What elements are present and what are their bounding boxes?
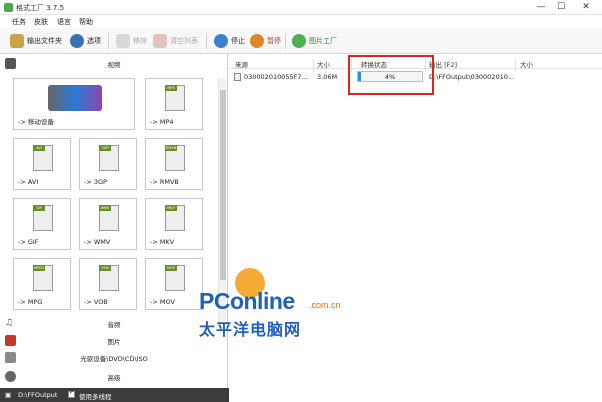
category-picture[interactable]: 图片 bbox=[0, 333, 228, 348]
tile-label: -> AVI bbox=[18, 178, 39, 186]
tile-mov[interactable]: MOV -> MOV bbox=[145, 258, 203, 310]
multithread-label: 使用多线程 bbox=[79, 393, 112, 401]
mp4-file-icon: MP4 bbox=[165, 85, 185, 111]
menu-skin[interactable]: 皮肤 bbox=[34, 17, 48, 27]
category-advanced-label: 高级 bbox=[107, 374, 121, 382]
stop-button[interactable]: 停止 bbox=[214, 31, 245, 51]
tile-gif[interactable]: GIF -> GIF bbox=[13, 198, 71, 250]
rmvb-file-icon: RMVB bbox=[165, 145, 185, 171]
folder-icon bbox=[10, 34, 24, 48]
picture-factory-label: 图片工厂 bbox=[309, 37, 337, 45]
remove-label: 移除 bbox=[133, 37, 147, 45]
3gp-file-icon: 3GP bbox=[99, 145, 119, 171]
tile-3gp[interactable]: 3GP -> 3GP bbox=[79, 138, 137, 190]
category-video[interactable]: 视频 bbox=[0, 56, 228, 71]
gif-file-icon: GIF bbox=[33, 205, 53, 231]
category-audio-label: 音频 bbox=[107, 321, 121, 329]
folder-icon: ▣ bbox=[5, 391, 12, 399]
toolbar-separator bbox=[206, 33, 207, 49]
window-title: 格式工厂 3.7.5 bbox=[16, 4, 65, 12]
picture-factory-icon bbox=[292, 34, 306, 48]
tile-mpg[interactable]: MPEG -> MPG bbox=[13, 258, 71, 310]
row-source: 030002010055F7... bbox=[244, 73, 308, 81]
mkv-file-icon: MKV bbox=[165, 205, 185, 231]
category-audio[interactable]: ♫ 音频 bbox=[0, 316, 228, 331]
options-label: 选项 bbox=[87, 37, 101, 45]
tile-mp4[interactable]: MP4 -> MP4 bbox=[145, 78, 203, 130]
tile-wmv[interactable]: WMV -> WMV bbox=[79, 198, 137, 250]
close-button[interactable]: ✕ bbox=[578, 1, 594, 13]
task-list-panel: 来源 大小 转换状态 输出 [F2] 大小 030002010055F7... … bbox=[229, 54, 602, 402]
menu-task[interactable]: 任务 bbox=[12, 17, 26, 27]
clear-list-icon bbox=[153, 34, 167, 48]
pause-label: 暂停 bbox=[267, 37, 281, 45]
scrollbar-thumb[interactable] bbox=[220, 90, 226, 280]
tile-label: -> 3GP bbox=[84, 178, 107, 186]
tile-avi[interactable]: AVI -> AVI bbox=[13, 138, 71, 190]
toolbar-separator bbox=[108, 33, 109, 49]
output-folder-button[interactable]: 输出文件夹 bbox=[10, 31, 62, 51]
left-panel: 视频 -> 移动设备 MP4 -> MP4 AVI -> AVI 3GP -> … bbox=[0, 54, 228, 390]
options-icon bbox=[70, 34, 84, 48]
mobile-device-icon bbox=[48, 85, 102, 111]
tile-rmvb[interactable]: RMVB -> RMVB bbox=[145, 138, 203, 190]
watermark-domain: .com.cn bbox=[309, 300, 341, 310]
mpg-file-icon: MPEG bbox=[33, 265, 53, 291]
category-picture-label: 图片 bbox=[107, 338, 121, 346]
tile-label: -> 移动设备 bbox=[18, 118, 54, 126]
title-bar: 格式工厂 3.7.5 — ☐ ✕ bbox=[0, 0, 602, 15]
tile-mobile-device[interactable]: -> 移动设备 bbox=[13, 78, 135, 130]
avi-file-icon: AVI bbox=[33, 145, 53, 171]
tile-label: -> GIF bbox=[18, 238, 39, 246]
remove-button[interactable]: 移除 bbox=[116, 31, 147, 51]
pconline-watermark: PConline .com.cn 太平洋电脑网 bbox=[199, 268, 369, 342]
tile-mkv[interactable]: MKV -> MKV bbox=[145, 198, 203, 250]
toolbar-separator bbox=[285, 33, 286, 49]
toolbar: 输出文件夹 选项 移除 清空列表 停止 暂停 图片工厂 bbox=[0, 28, 602, 54]
options-button[interactable]: 选项 bbox=[70, 31, 101, 51]
tile-label: -> MPG bbox=[18, 298, 43, 306]
clear-list-button[interactable]: 清空列表 bbox=[153, 31, 198, 51]
header-source[interactable]: 来源 bbox=[235, 59, 248, 69]
category-rom-device[interactable]: 光驱设备\DVD\CD\ISO bbox=[0, 350, 228, 365]
menu-bar: 任务 皮肤 语言 帮助 bbox=[0, 15, 602, 28]
menu-help[interactable]: 帮助 bbox=[79, 17, 93, 27]
pause-button[interactable]: 暂停 bbox=[250, 31, 281, 51]
tile-label: -> RMVB bbox=[150, 178, 179, 186]
maximize-button[interactable]: ☐ bbox=[553, 1, 569, 13]
tile-vob[interactable]: VOB -> VOB bbox=[79, 258, 137, 310]
highlight-box bbox=[348, 55, 434, 95]
watermark-chinese-name: 太平洋电脑网 bbox=[199, 320, 302, 339]
tile-label: -> MKV bbox=[150, 238, 175, 246]
vob-file-icon: VOB bbox=[99, 265, 119, 291]
app-icon bbox=[4, 3, 13, 12]
video-format-grid: -> 移动设备 MP4 -> MP4 AVI -> AVI 3GP -> 3GP… bbox=[13, 78, 219, 322]
tile-label: -> VOB bbox=[84, 298, 108, 306]
stop-label: 停止 bbox=[231, 37, 245, 45]
picture-factory-button[interactable]: 图片工厂 bbox=[292, 31, 337, 51]
pause-icon bbox=[250, 34, 264, 48]
wmv-file-icon: WMV bbox=[99, 205, 119, 231]
tile-label: -> MOV bbox=[150, 298, 175, 306]
mov-file-icon: MOV bbox=[165, 265, 185, 291]
multithread-checkbox[interactable] bbox=[68, 389, 75, 398]
header-output-size[interactable]: 大小 bbox=[520, 59, 533, 69]
remove-icon bbox=[116, 34, 130, 48]
tile-label: -> MP4 bbox=[150, 118, 174, 126]
tile-label: -> WMV bbox=[84, 238, 111, 246]
category-advanced[interactable]: 高级 bbox=[0, 369, 228, 384]
row-size: 3.06M bbox=[317, 73, 338, 81]
header-size[interactable]: 大小 bbox=[317, 59, 330, 69]
output-folder-label: 输出文件夹 bbox=[27, 37, 62, 45]
watermark-brand: PConline bbox=[199, 288, 295, 314]
output-path[interactable]: D:\FFOutput bbox=[18, 391, 57, 399]
stop-icon bbox=[214, 34, 228, 48]
category-video-label: 视频 bbox=[107, 61, 121, 69]
clear-list-label: 清空列表 bbox=[170, 37, 198, 45]
file-icon bbox=[234, 73, 241, 81]
minimize-button[interactable]: — bbox=[533, 1, 549, 13]
menu-language[interactable]: 语言 bbox=[57, 17, 71, 27]
category-rom-label: 光驱设备\DVD\CD\ISO bbox=[80, 355, 148, 363]
row-output-path: D:\FFOutput\030002010... bbox=[429, 73, 515, 81]
